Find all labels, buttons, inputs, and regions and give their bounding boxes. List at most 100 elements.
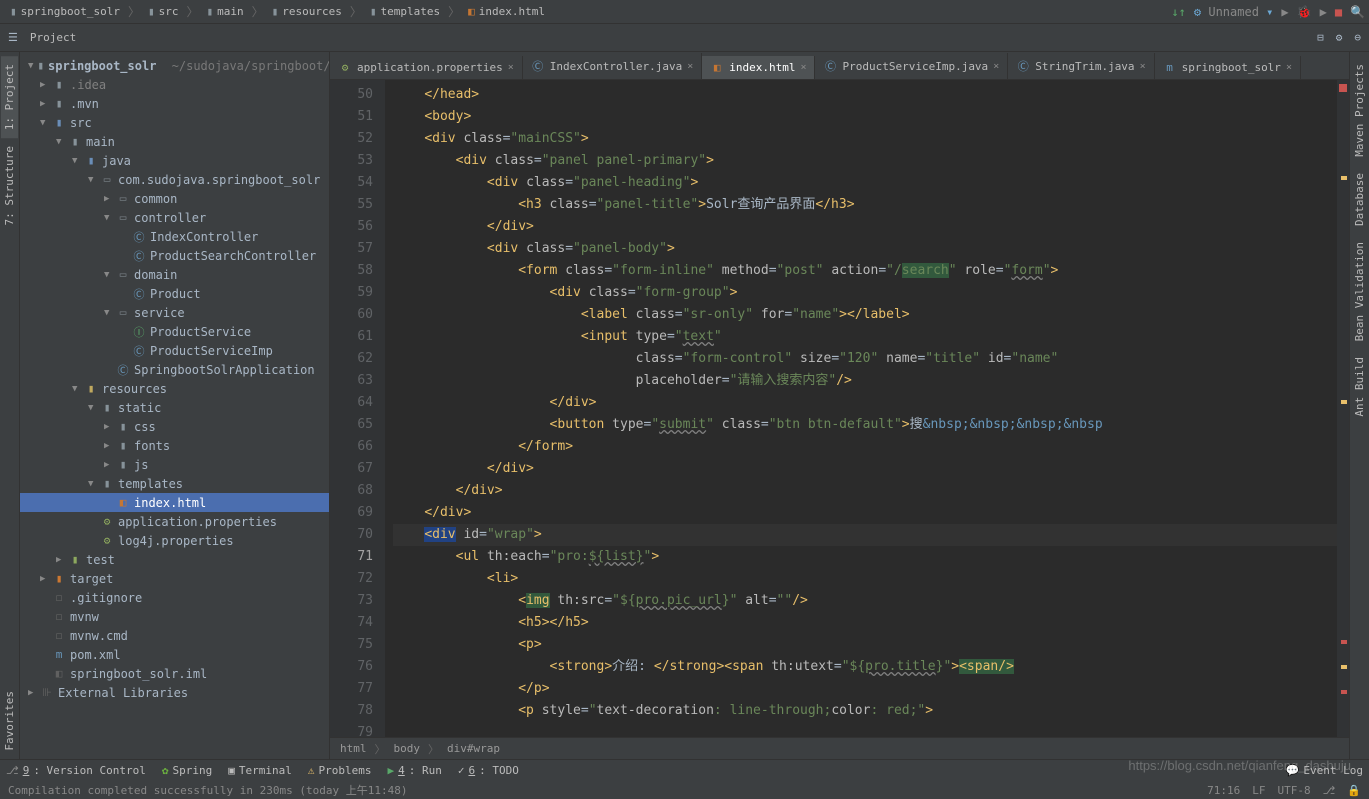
editor-tab[interactable]: ⚙application.properties× [330, 56, 523, 79]
run-config-selector[interactable]: ⚙ Unnamed ▾ [1194, 5, 1273, 19]
tree-file[interactable]: ⒸProductServiceImp [20, 341, 329, 360]
close-icon[interactable]: × [1140, 61, 1146, 72]
tree-file[interactable]: ⒸIndexController [20, 227, 329, 246]
breadcrumb-item[interactable]: div#wrap [447, 742, 500, 755]
favorites-tab[interactable]: Favorites [1, 683, 18, 759]
tree-item[interactable]: ▮.idea [20, 75, 329, 94]
tree-item[interactable]: ▮templates [20, 474, 329, 493]
close-icon[interactable]: × [508, 62, 514, 73]
version-control-tab[interactable]: ⎇9: Version Control [6, 764, 146, 777]
breadcrumb-file[interactable]: ◧index.html [462, 3, 551, 20]
tree-file[interactable]: ⒸProductSearchController [20, 246, 329, 265]
tree-file[interactable]: ◻mvnw [20, 607, 329, 626]
close-icon[interactable]: × [1286, 62, 1292, 73]
close-icon[interactable]: × [993, 61, 999, 72]
tree-file[interactable]: mpom.xml [20, 645, 329, 664]
tree-file[interactable]: ◻.gitignore [20, 588, 329, 607]
settings-icon[interactable]: ⚙ [1336, 31, 1343, 44]
warning-marker[interactable] [1341, 400, 1347, 404]
error-marker[interactable] [1339, 84, 1347, 92]
tree-file[interactable]: ⒸProduct [20, 284, 329, 303]
tree-item[interactable]: ▮static [20, 398, 329, 417]
todo-tab[interactable]: ✓6: TODO [458, 764, 519, 777]
tree-file[interactable]: ◻mvnw.cmd [20, 626, 329, 645]
run-button[interactable]: ▶ [1281, 5, 1288, 19]
ant-build-tab[interactable]: Ant Build [1351, 349, 1368, 425]
tree-item[interactable]: ▮.mvn [20, 94, 329, 113]
terminal-tab[interactable]: ▣Terminal [228, 764, 292, 777]
breadcrumb-item[interactable]: ▮main [201, 3, 250, 20]
tree-file[interactable]: ◧springboot_solr.iml [20, 664, 329, 683]
tree-item[interactable]: ▮java [20, 151, 329, 170]
search-icon[interactable]: 🔍 [1350, 5, 1365, 19]
error-stripe[interactable] [1337, 80, 1349, 737]
breadcrumb-item[interactable]: body [394, 742, 421, 755]
debug-button[interactable]: 🐞 [1297, 5, 1312, 19]
tree-file-selected[interactable]: ◧index.html [20, 493, 329, 512]
tree-file[interactable]: ⚙application.properties [20, 512, 329, 531]
file-encoding[interactable]: UTF-8 [1277, 784, 1310, 797]
watermark: https://blog.csdn.net/qianfeng_dashuju [1128, 758, 1351, 773]
tree-item[interactable]: ▮src [20, 113, 329, 132]
tree-item[interactable]: ▮fonts [20, 436, 329, 455]
project-view-label[interactable]: Project [30, 31, 76, 44]
editor-tab[interactable]: mspringboot_solr× [1155, 56, 1301, 79]
tree-item[interactable]: ▭service [20, 303, 329, 322]
tree-item[interactable]: ▭domain [20, 265, 329, 284]
maven-tab[interactable]: Maven Projects [1351, 56, 1368, 165]
breadcrumb-item[interactable]: ▮resources [266, 3, 348, 20]
tree-item[interactable]: ▭controller [20, 208, 329, 227]
spring-tab[interactable]: ✿Spring [162, 764, 212, 777]
database-tab[interactable]: Database [1351, 165, 1368, 234]
folder-icon: ▮ [10, 5, 17, 18]
tree-item[interactable]: ▭com.sudojava.springboot_solr [20, 170, 329, 189]
tree-file[interactable]: ⚙log4j.properties [20, 531, 329, 550]
tree-item[interactable]: ▭common [20, 189, 329, 208]
line-ending[interactable]: LF [1252, 784, 1265, 797]
navigation-bar: ▮springboot_solr 〉 ▮src 〉 ▮main 〉 ▮resou… [0, 0, 1369, 24]
coverage-button[interactable]: ▶ [1320, 5, 1327, 19]
problems-tab[interactable]: ⚠Problems [308, 764, 372, 777]
git-branch[interactable]: ⎇ [1323, 784, 1336, 797]
editor-breadcrumbs: html 〉 body 〉 div#wrap [330, 737, 1349, 759]
error-marker[interactable] [1341, 690, 1347, 694]
editor-tab[interactable]: ⒸIndexController.java× [523, 53, 702, 79]
breadcrumb-item[interactable]: html [340, 742, 367, 755]
tree-item[interactable]: ⊪External Libraries [20, 683, 329, 702]
close-icon[interactable]: × [800, 62, 806, 73]
warning-marker[interactable] [1341, 665, 1347, 669]
tree-item[interactable]: ▮resources [20, 379, 329, 398]
structure-tab[interactable]: 7: Structure [1, 138, 18, 233]
run-tab[interactable]: ▶4: Run [388, 764, 442, 777]
editor-tab[interactable]: ⒸProductServiceImp.java× [815, 53, 1008, 79]
commit-icon[interactable]: ↓↑ [1171, 5, 1185, 19]
tree-root[interactable]: ▮springboot_solr ~/sudojava/springboot/s… [20, 56, 329, 75]
editor-tab[interactable]: ⒸStringTrim.java× [1008, 53, 1154, 79]
tree-item[interactable]: ▮test [20, 550, 329, 569]
tree-item[interactable]: ▮target [20, 569, 329, 588]
tree-item[interactable]: ▮main [20, 132, 329, 151]
breadcrumb-item[interactable]: ▮src [142, 3, 185, 20]
cursor-position[interactable]: 71:16 [1207, 784, 1240, 797]
close-icon[interactable]: × [687, 61, 693, 72]
tree-file[interactable]: ⒾProductService [20, 322, 329, 341]
breadcrumb-item[interactable]: ▮templates [364, 3, 446, 20]
bean-validation-tab[interactable]: Bean Validation [1351, 234, 1368, 349]
tree-item[interactable]: ▮js [20, 455, 329, 474]
error-marker[interactable] [1341, 640, 1347, 644]
editor-tab-active[interactable]: ◧index.html× [702, 56, 815, 79]
hide-icon[interactable]: ⊖ [1354, 31, 1361, 44]
warning-marker[interactable] [1341, 176, 1347, 180]
code-content[interactable]: </head> <body> <div class="mainCSS"> <di… [385, 80, 1349, 737]
breadcrumb-root[interactable]: ▮springboot_solr [4, 3, 126, 20]
lock-icon[interactable]: 🔒 [1347, 784, 1361, 797]
tree-file[interactable]: ⒸSpringbootSolrApplication [20, 360, 329, 379]
project-view-icon[interactable]: ☰ [8, 31, 18, 44]
collapse-icon[interactable]: ⊟ [1317, 31, 1324, 44]
folder-icon: ▮ [272, 5, 279, 18]
code-editor[interactable]: 5051525354555657585960616263646566676869… [330, 80, 1349, 737]
stop-button[interactable]: ■ [1335, 5, 1342, 19]
project-tab[interactable]: 1: Project [1, 56, 18, 138]
project-toolbar: ☰ Project ⊟ ⚙ ⊖ [0, 24, 1369, 52]
tree-item[interactable]: ▮css [20, 417, 329, 436]
